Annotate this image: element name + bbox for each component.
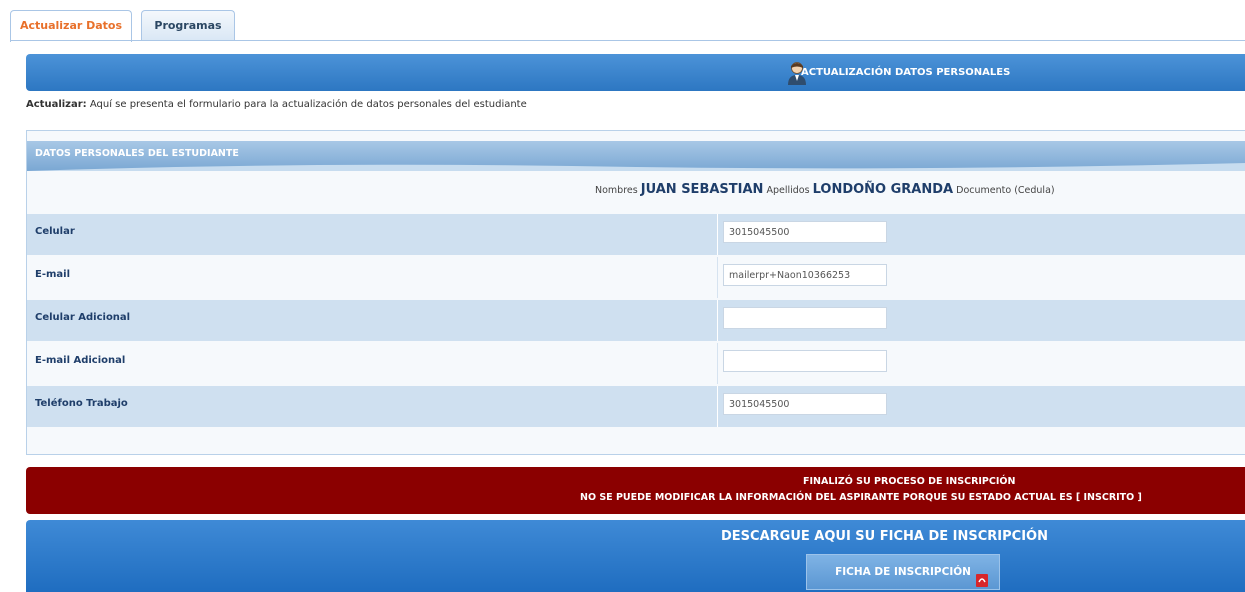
- email-adicional-label: E-mail Adicional: [35, 355, 126, 366]
- student-identity: Nombres JUAN SEBASTIAN Apellidos LONDOÑO…: [595, 182, 1055, 197]
- row-divider: [717, 386, 718, 427]
- nombres-value: JUAN SEBASTIAN: [640, 182, 764, 197]
- email-adicional-input[interactable]: [723, 350, 887, 372]
- pdf-icon: [976, 574, 988, 587]
- alert-line-2: NO SE PUEDE MODIFICAR LA INFORMACIÓN DEL…: [580, 492, 1142, 503]
- panel-title: DATOS PERSONALES DEL ESTUDIANTE: [35, 148, 239, 159]
- student-data-panel: DATOS PERSONALES DEL ESTUDIANTE Nombres …: [26, 130, 1245, 455]
- section-title: ACTUALIZACIÓN DATOS PERSONALES: [801, 67, 1011, 78]
- alert-line-1: FINALIZÓ SU PROCESO DE INSCRIPCIÓN: [803, 476, 1016, 487]
- ficha-button-label: FICHA DE INSCRIPCIÓN: [835, 566, 971, 578]
- telefono-trabajo-input[interactable]: [723, 393, 887, 415]
- form-row-celular: Celular: [27, 214, 1245, 255]
- nombres-label: Nombres: [595, 185, 638, 196]
- row-divider: [717, 343, 718, 384]
- celular-label: Celular: [35, 226, 75, 237]
- celular-adicional-label: Celular Adicional: [35, 312, 131, 323]
- tab-divider: [10, 40, 1245, 41]
- row-divider: [717, 257, 718, 298]
- status-alert: FINALIZÓ SU PROCESO DE INSCRIPCIÓN NO SE…: [26, 467, 1245, 514]
- form-row-telefono-trabajo: Teléfono Trabajo: [27, 386, 1245, 427]
- documento-label: Documento (Cedula): [956, 185, 1055, 196]
- celular-adicional-input[interactable]: [723, 307, 887, 329]
- email-label: E-mail: [35, 269, 71, 280]
- section-header: ACTUALIZACIÓN DATOS PERSONALES: [26, 54, 1245, 91]
- tab-programas[interactable]: Programas: [141, 10, 235, 41]
- telefono-trabajo-label: Teléfono Trabajo: [35, 398, 128, 409]
- form-row-celular-adicional: Celular Adicional: [27, 300, 1245, 341]
- download-title: DESCARGUE AQUI SU FICHA DE INSCRIPCIÓN: [721, 529, 1048, 544]
- row-divider: [717, 214, 718, 255]
- row-divider: [717, 300, 718, 341]
- panel-header: DATOS PERSONALES DEL ESTUDIANTE: [27, 141, 1245, 171]
- apellidos-value: LONDOÑO GRANDA: [812, 182, 954, 197]
- intro-text: Actualizar: Aquí se presenta el formular…: [26, 99, 527, 110]
- form-row-email: E-mail: [27, 257, 1245, 298]
- tab-actualizar-datos[interactable]: Actualizar Datos: [10, 10, 132, 42]
- download-section: DESCARGUE AQUI SU FICHA DE INSCRIPCIÓN F…: [26, 520, 1245, 592]
- tab-bar: Actualizar Datos Programas: [10, 10, 1245, 42]
- ficha-inscripcion-button[interactable]: FICHA DE INSCRIPCIÓN: [806, 554, 1000, 590]
- celular-input[interactable]: [723, 221, 887, 243]
- apellidos-label: Apellidos: [766, 185, 810, 196]
- intro-label: Actualizar:: [26, 99, 87, 110]
- email-input[interactable]: [723, 264, 887, 286]
- intro-description: Aquí se presenta el formulario para la a…: [86, 99, 527, 110]
- form-row-email-adicional: E-mail Adicional: [27, 343, 1245, 384]
